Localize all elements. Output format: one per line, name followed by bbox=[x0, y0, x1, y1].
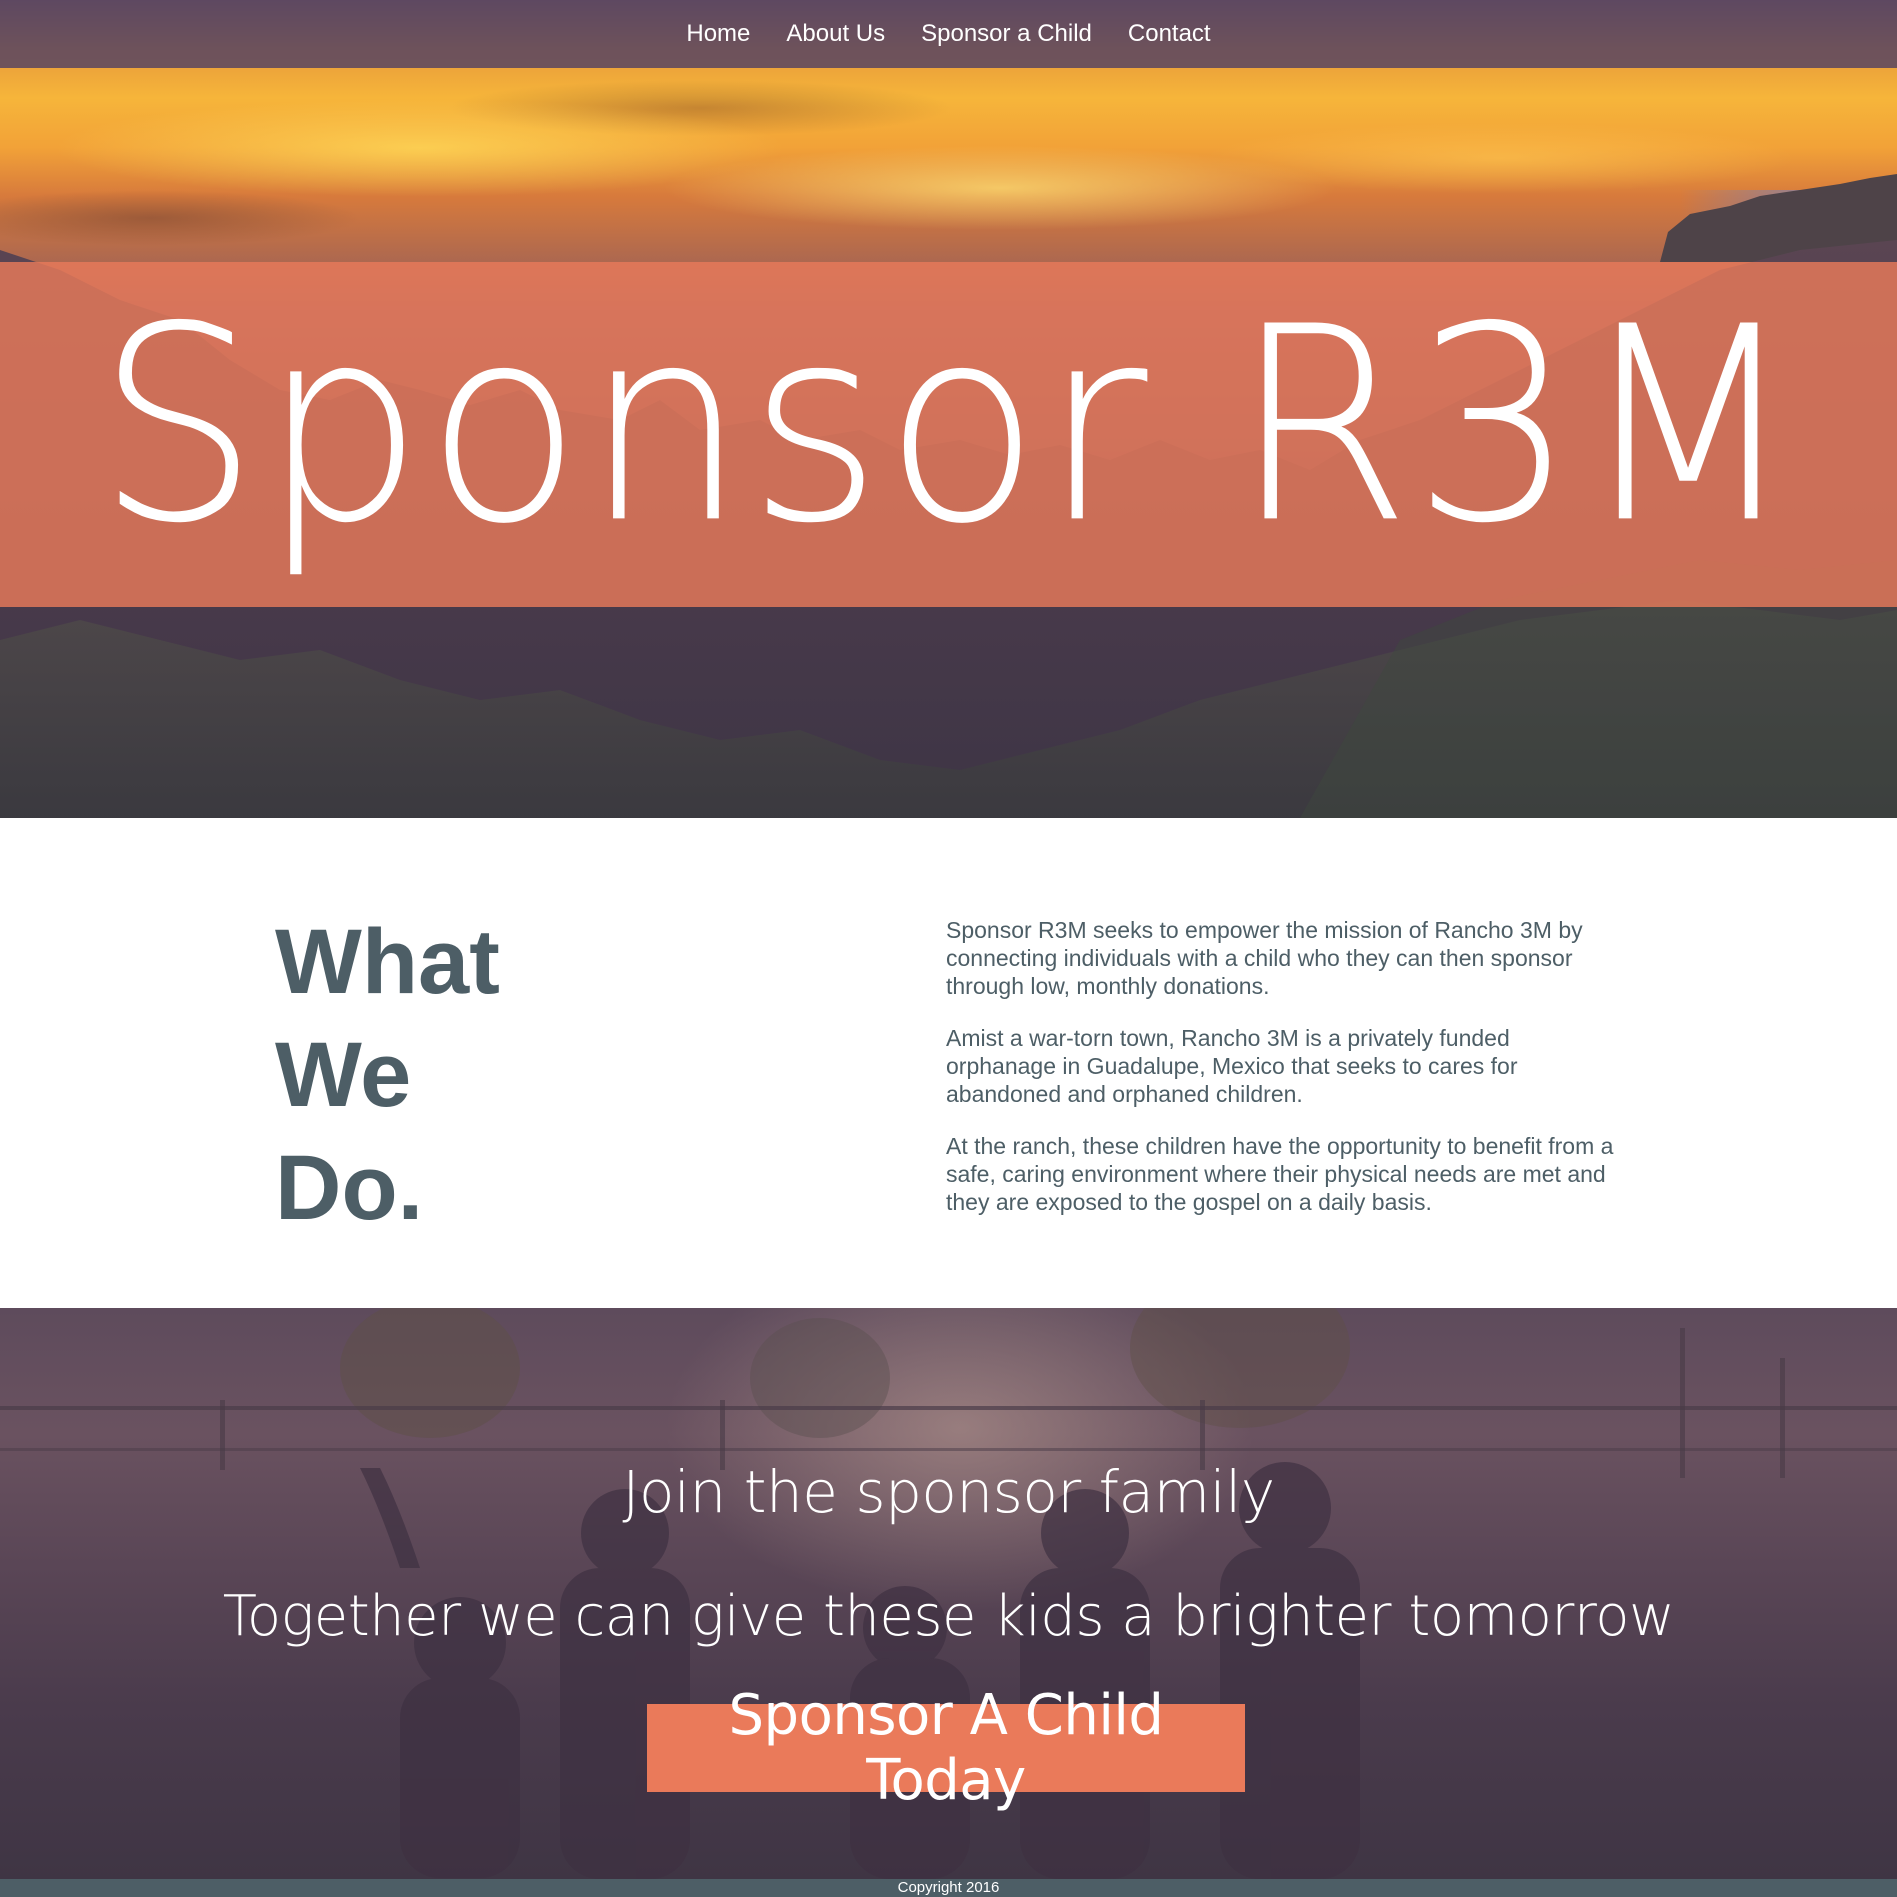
nav-sponsor-link[interactable]: Sponsor a Child bbox=[921, 20, 1092, 48]
hero-title-band: Sponsor R3M bbox=[0, 262, 1897, 607]
heading-line-3: Do. bbox=[275, 1137, 424, 1239]
nav-about-link[interactable]: About Us bbox=[786, 20, 885, 48]
description-paragraph-1: Sponsor R3M seeks to empower the mission… bbox=[946, 917, 1583, 999]
what-we-do-description: Sponsor R3M seeks to empower the mission… bbox=[946, 916, 1626, 1240]
sponsor-child-button[interactable]: Sponsor A Child Today bbox=[647, 1683, 1245, 1813]
what-we-do-section: What We Do. Sponsor R3M seeks to empower… bbox=[0, 818, 1897, 1308]
copyright-text: Copyright 2016 bbox=[897, 1879, 1000, 1896]
join-subtitle: Together we can give these kids a bright… bbox=[222, 1584, 1675, 1649]
description-paragraph-3: At the ranch, these children have the op… bbox=[946, 1133, 1614, 1215]
heading-line-1: What bbox=[275, 911, 500, 1013]
hero-section: Home About Us Sponsor a Child Contact Sp… bbox=[0, 0, 1897, 818]
hero-title-text: Sponsor R3M bbox=[96, 269, 1801, 582]
join-section: Join the sponsor family Together we can … bbox=[0, 1308, 1897, 1879]
nav-contact-link[interactable]: Contact bbox=[1128, 20, 1211, 48]
what-we-do-heading: What We Do. bbox=[275, 906, 500, 1245]
heading-line-2: We bbox=[275, 1024, 412, 1126]
main-nav: Home About Us Sponsor a Child Contact bbox=[0, 0, 1897, 68]
description-paragraph-2: Amist a war-torn town, Rancho 3M is a pr… bbox=[946, 1025, 1518, 1107]
nav-home-link[interactable]: Home bbox=[686, 20, 750, 48]
footer: Copyright 2016 bbox=[0, 1879, 1897, 1897]
join-title: Join the sponsor family bbox=[622, 1458, 1275, 1526]
hero-title: Sponsor R3M bbox=[96, 291, 1800, 560]
